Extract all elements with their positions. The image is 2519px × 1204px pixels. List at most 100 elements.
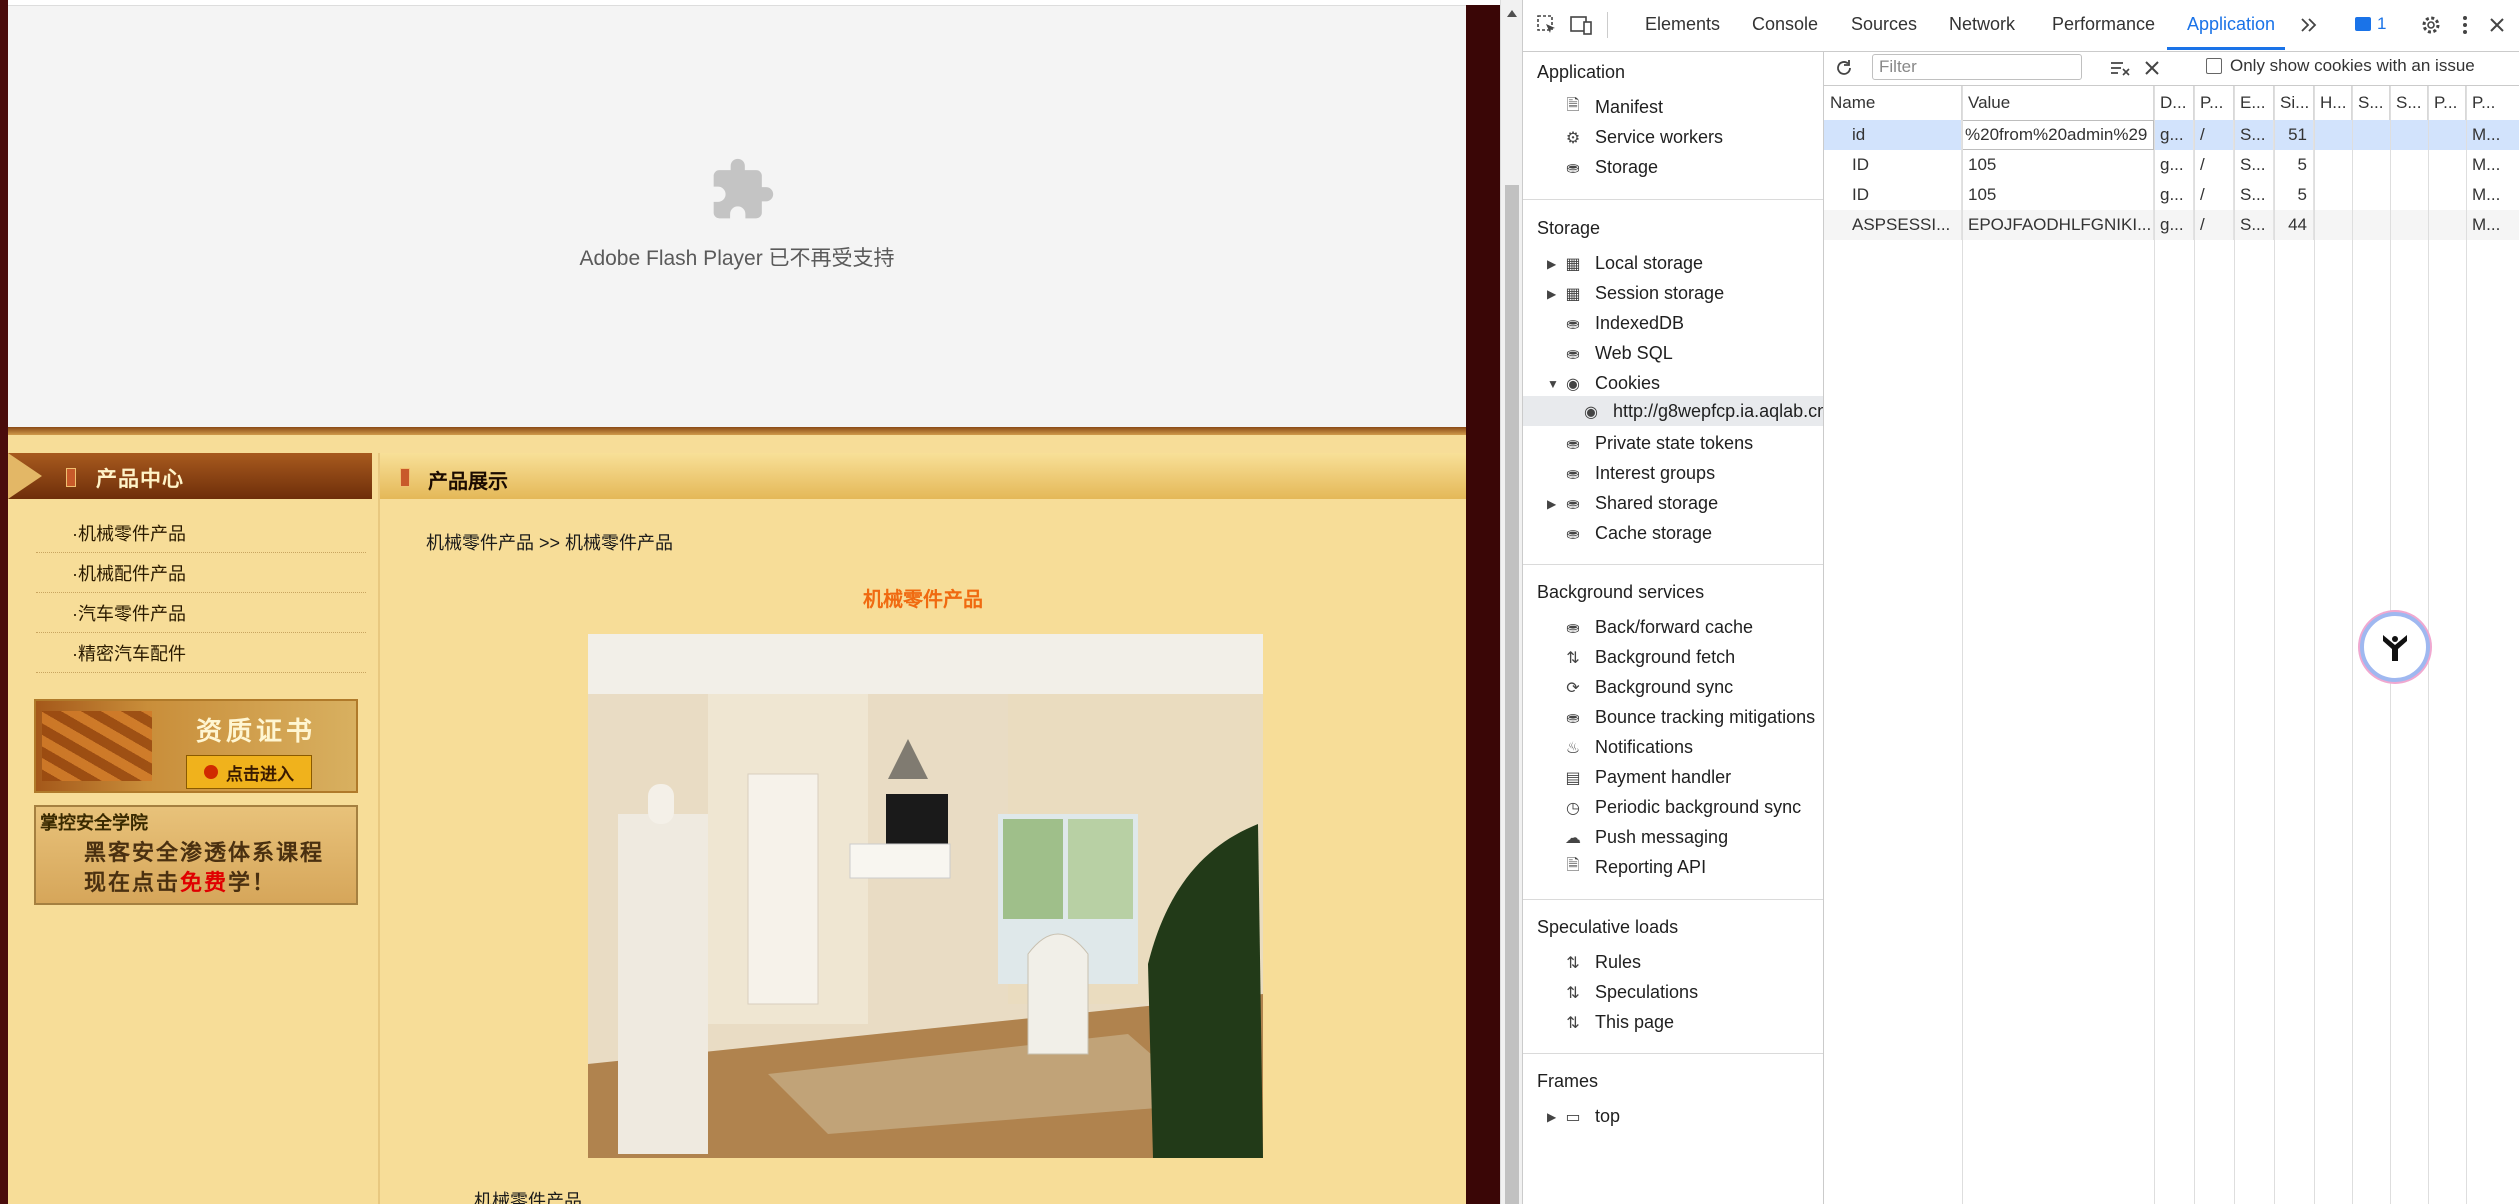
category-link[interactable]: ·精密汽车配件 (36, 633, 366, 673)
expand-arrow-icon[interactable]: ▶ (1547, 257, 1556, 271)
sidebar-item-back-forward-cache[interactable]: ⛂ Back/forward cache (1563, 617, 1753, 638)
database-icon: ⛂ (1566, 709, 1580, 727)
sidebar-item-web-sql[interactable]: ⛂ Web SQL (1563, 343, 1672, 364)
sidebar-item-session-storage[interactable]: ▶ ▦ Session storage (1547, 283, 1725, 304)
expand-arrow-icon[interactable]: ▶ (1547, 497, 1556, 511)
sidebar-item-speculations[interactable]: ⇅ Speculations (1563, 982, 1698, 1003)
delete-selected-icon[interactable] (2140, 56, 2164, 80)
flash-placeholder[interactable]: Adobe Flash Player 已不再受支持 (8, 5, 1466, 428)
table-row[interactable]: ID 105 g... / S... 5 M... (1824, 180, 2519, 210)
sidebar-item-label: Background sync (1595, 677, 1734, 697)
column-divider (2352, 86, 2353, 1204)
column-header-value[interactable]: Value (1962, 86, 2154, 120)
sidebar-item-shared-storage[interactable]: ▶ ⛂ Shared storage (1547, 493, 1718, 514)
issues-badge[interactable]: 1 (2355, 14, 2386, 34)
refresh-icon[interactable] (1832, 56, 1856, 80)
sidebar-item-indexeddb[interactable]: ⛂ IndexedDB (1563, 313, 1684, 334)
column-header-httponly[interactable]: H... (2314, 86, 2352, 120)
close-devtools-icon[interactable] (2485, 13, 2509, 37)
more-tabs-icon[interactable] (2297, 13, 2321, 37)
device-toolbar-icon[interactable] (1569, 13, 1593, 37)
category-link[interactable]: ·机械配件产品 (36, 553, 366, 593)
sidebar-item-cookies[interactable]: ▼ ◉ Cookies (1547, 373, 1660, 394)
collapse-arrow-icon[interactable]: ▼ (1547, 377, 1559, 391)
sidebar-item-cookie-origin[interactable]: ◉ http://g8wepfcp.ia.aqlab.cn (1581, 401, 1823, 422)
issues-icon (2355, 17, 2371, 31)
breadcrumb: 机械零件产品 >> 机械零件产品 (426, 533, 674, 553)
cell-expires: S... (2234, 150, 2274, 180)
tab-application[interactable]: Application (2187, 14, 2275, 35)
certificate-banner[interactable]: 资质证书 点击进入 (34, 699, 358, 793)
security-academy-ad[interactable]: 掌控安全学院 黑客安全渗透体系课程 现在点击免费学！ (34, 805, 358, 905)
clear-filtered-icon[interactable] (2108, 56, 2132, 80)
sidebar-item-interest-groups[interactable]: ⛂ Interest groups (1563, 463, 1715, 484)
expand-arrow-icon[interactable]: ▶ (1547, 287, 1556, 301)
enter-button[interactable]: 点击进入 (186, 755, 312, 789)
column-header-path[interactable]: P... (2194, 86, 2234, 120)
main-title: 产品展示 (428, 471, 508, 493)
column-header-secure[interactable]: S... (2352, 86, 2390, 120)
column-header-samesite[interactable]: S... (2390, 86, 2428, 120)
sidebar-item-label: Session storage (1595, 283, 1725, 303)
column-header-partition[interactable]: P... (2428, 86, 2466, 120)
column-header-expires[interactable]: E... (2234, 86, 2274, 120)
section-divider (1523, 1053, 1823, 1054)
settings-gear-icon[interactable] (2419, 13, 2443, 37)
section-divider (1523, 564, 1823, 565)
sidebar-item-storage[interactable]: ⛂ Storage (1563, 157, 1658, 178)
ad-cta-text: 现在点击免费学！ (84, 865, 276, 897)
sidebar-item-cache-storage[interactable]: ⛂ Cache storage (1563, 523, 1712, 544)
cell-path: / (2194, 150, 2234, 180)
column-header-name[interactable]: Name (1824, 86, 1962, 120)
page-scrollbar[interactable] (1500, 0, 1523, 1204)
sidebar-item-payment-handler[interactable]: ▤ Payment handler (1563, 767, 1731, 788)
tab-sources[interactable]: Sources (1851, 14, 1917, 35)
cell-path: / (2194, 210, 2234, 240)
sidebar-item-manifest[interactable]: 🗎 Manifest (1563, 97, 1663, 118)
scrollbar-thumb[interactable] (1505, 185, 1519, 1204)
tab-elements[interactable]: Elements (1645, 14, 1720, 35)
sidebar-item-local-storage[interactable]: ▶ ▦ Local storage (1547, 253, 1703, 274)
category-link[interactable]: ·机械零件产品 (36, 513, 366, 553)
sidebar-item-service-workers[interactable]: ⚙ Service workers (1563, 127, 1723, 148)
checkbox-box[interactable] (2206, 58, 2222, 74)
expand-arrow-icon[interactable]: ▶ (1547, 1110, 1556, 1124)
sidebar-item-frame-top[interactable]: ▶ ▭ top (1547, 1106, 1620, 1127)
gears-icon: ⚙ (1565, 129, 1581, 147)
section-frames: Frames (1537, 1071, 1599, 1091)
column-divider (2154, 86, 2155, 1204)
sidebar-item-background-fetch[interactable]: ⇅ Background fetch (1563, 647, 1735, 668)
sidebar-item-label: Notifications (1595, 737, 1694, 757)
sidebar-item-background-sync[interactable]: ⟳ Background sync (1563, 677, 1733, 698)
column-header-priority[interactable]: P... (2466, 86, 2519, 120)
table-row[interactable]: ASPSESSI... EPOJFAODHLFGNIKI... g... / S… (1824, 210, 2519, 240)
filter-input[interactable]: Filter (1872, 54, 2082, 80)
only-issues-checkbox[interactable]: Only show cookies with an issue (2206, 56, 2475, 76)
column-header-size[interactable]: Si... (2274, 86, 2314, 120)
inspect-element-icon[interactable] (1535, 13, 1559, 37)
tab-console[interactable]: Console (1752, 14, 1818, 35)
sidebar-item-push-messaging[interactable]: ☁ Push messaging (1563, 827, 1728, 848)
sidebar-item-reporting-api[interactable]: 🗎 Reporting API (1563, 857, 1707, 878)
cell-value-editing[interactable]: %20from%20admin%29 (1962, 120, 2154, 150)
tab-performance[interactable]: Performance (2052, 14, 2155, 35)
section-background-services: Background services (1537, 582, 1705, 602)
sidebar-item-private-state-tokens[interactable]: ⛂ Private state tokens (1563, 433, 1753, 454)
scroll-up-icon[interactable] (1507, 10, 1517, 17)
database-icon: ⛂ (1566, 345, 1580, 363)
sidebar-item-rules[interactable]: ⇅ Rules (1563, 952, 1641, 973)
category-link[interactable]: ·汽车零件产品 (36, 593, 366, 633)
column-header-domain[interactable]: D... (2154, 86, 2194, 120)
sidebar-item-notifications[interactable]: ♨ Notifications (1563, 737, 1693, 758)
sidebar-item-this-page[interactable]: ⇅ This page (1563, 1012, 1674, 1033)
tab-network[interactable]: Network (1949, 14, 2015, 35)
document-icon: 🗎 (1566, 857, 1580, 874)
database-icon: ⛂ (1566, 159, 1580, 177)
more-options-icon[interactable] (2453, 13, 2477, 37)
floating-assistant-icon[interactable] (2360, 612, 2430, 682)
table-row[interactable]: id %20from%20admin%29 g... / S... 51 M..… (1824, 120, 2519, 150)
table-row[interactable]: ID 105 g... / S... 5 M... (1824, 150, 2519, 180)
cell-path: / (2194, 120, 2234, 150)
sidebar-item-bounce-tracking[interactable]: ⛂ Bounce tracking mitigations (1563, 707, 1815, 728)
sidebar-item-periodic-sync[interactable]: ◷ Periodic background sync (1563, 797, 1801, 818)
